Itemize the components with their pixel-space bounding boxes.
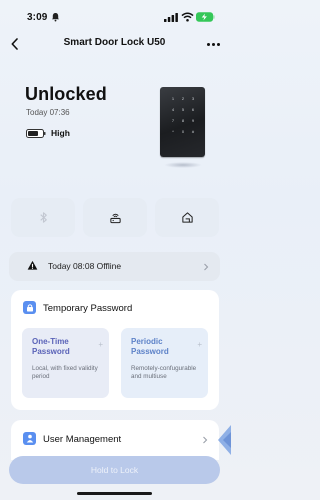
home-button[interactable] — [155, 198, 219, 237]
lock-battery-icon — [26, 129, 46, 138]
bell-icon — [51, 12, 60, 22]
option-description: Local, with fixed validity period — [32, 365, 98, 380]
page-title: Smart Door Lock U50 — [63, 37, 166, 48]
plus-icon: + — [98, 340, 103, 349]
bluetooth-icon — [39, 212, 47, 223]
floating-assistant-icon[interactable] — [217, 425, 231, 455]
status-bar: 3:09 — [0, 0, 229, 32]
nav-bar: Smart Door Lock U50 — [0, 33, 229, 55]
status-time: 3:09 — [27, 12, 48, 23]
option-description: Remotely-confugurable and multiuse — [131, 365, 197, 380]
temporary-password-card: Temporary Password One-Time Password + L… — [11, 290, 219, 410]
battery-charging-icon — [196, 12, 215, 22]
more-horizontal-icon — [206, 42, 210, 46]
keypad: 123 456 789 * 0 # — [171, 96, 195, 134]
warning-icon — [27, 260, 38, 270]
gateway-button[interactable] — [83, 198, 147, 237]
chevron-right-icon — [203, 436, 208, 444]
lock-device-image: 123 456 789 * 0 # — [160, 87, 205, 157]
lock-icon — [23, 301, 36, 314]
offline-status-text: Today 08:08 Offline — [48, 261, 122, 271]
hold-to-lock-button[interactable]: Hold to Lock — [9, 456, 220, 484]
temporary-password-title: Temporary Password — [43, 303, 133, 314]
lock-state-time: Today 07:36 — [26, 108, 70, 117]
user-management-title: User Management — [43, 434, 122, 445]
home-indicator — [77, 492, 152, 495]
gateway-icon — [109, 213, 121, 224]
home-icon — [181, 212, 193, 223]
plus-icon: + — [197, 340, 202, 349]
one-time-password-option[interactable]: One-Time Password + Local, with fixed va… — [22, 328, 109, 398]
user-management-row[interactable]: User Management — [11, 420, 219, 460]
option-name: Periodic Password — [131, 337, 169, 356]
option-name: One-Time Password — [32, 337, 70, 356]
periodic-password-option[interactable]: Periodic Password + Remotely-confugurabl… — [121, 328, 208, 398]
chevron-right-icon — [204, 263, 209, 271]
bluetooth-button[interactable] — [11, 198, 75, 237]
lock-state: Unlocked — [25, 84, 107, 104]
battery-level-label: High — [51, 128, 70, 138]
wifi-icon — [181, 12, 194, 22]
user-icon — [23, 432, 36, 445]
cellular-signal-icon — [164, 13, 178, 22]
offline-status-row[interactable]: Today 08:08 Offline — [9, 252, 220, 281]
more-button[interactable] — [205, 35, 221, 53]
device-shadow — [164, 162, 202, 168]
